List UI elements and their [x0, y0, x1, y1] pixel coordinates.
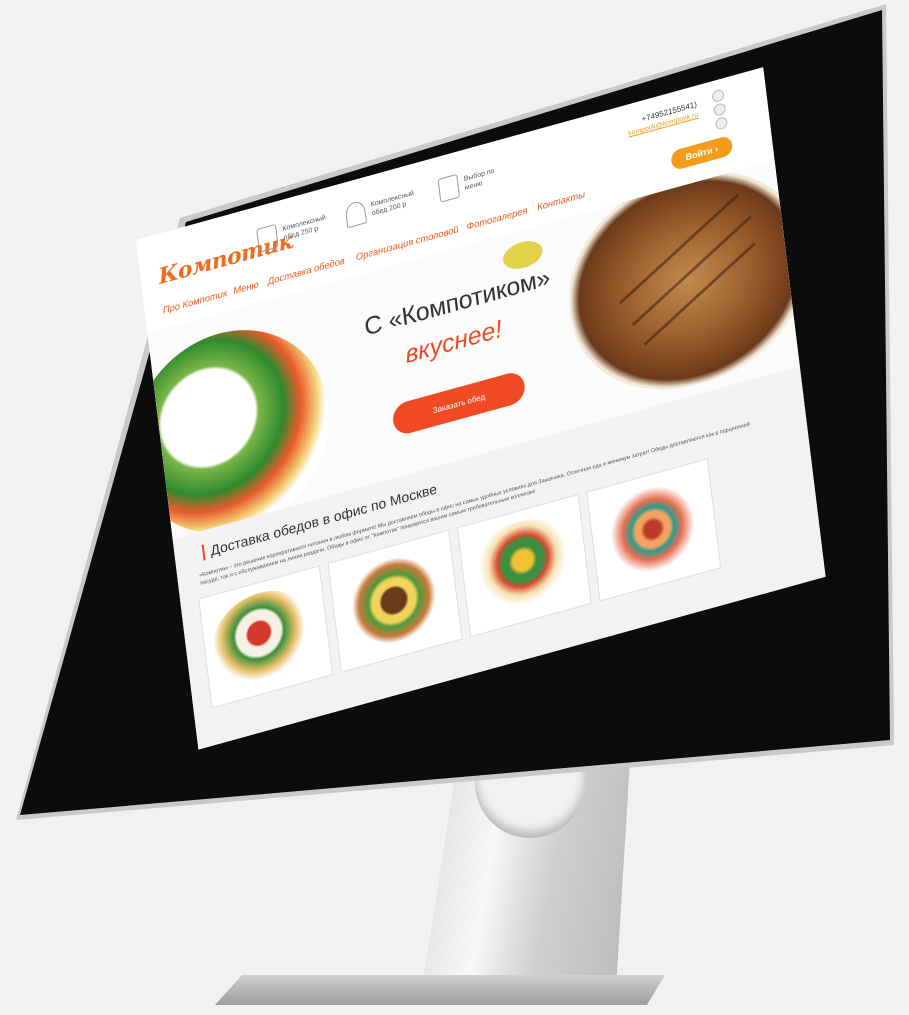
feature-menu-choice: Выбор по меню	[437, 160, 511, 203]
feature-lunch-200: Комплексный обед 200 р	[344, 185, 417, 229]
feature-text: Комплексный обед 250 р	[282, 214, 327, 242]
social-vk-icon[interactable]	[711, 88, 725, 104]
food-plate-image	[596, 472, 709, 587]
cloche-icon	[344, 199, 367, 229]
food-plate-image	[467, 507, 580, 623]
nav-item-menu[interactable]: Меню	[233, 279, 259, 297]
feature-text: Выбор по меню	[463, 167, 495, 192]
nav-item-about[interactable]: Про Компотик	[162, 288, 228, 317]
food-plate-image	[208, 578, 321, 694]
nav-item-gallery[interactable]: Фотогалерея	[466, 205, 528, 233]
social-fb-icon[interactable]	[713, 102, 727, 118]
feature-text: Комплексный обед 200 р	[370, 189, 415, 218]
order-lunch-button[interactable]: Заказать обед	[391, 369, 527, 438]
monitor: Компотик Комплексный обед 250 р Комплекс…	[0, 0, 899, 1015]
lunch-photo-card[interactable]	[456, 493, 592, 638]
food-plate-image	[337, 543, 451, 658]
nav-item-contacts[interactable]: Контакты	[537, 189, 586, 213]
lunch-photo-card[interactable]	[198, 565, 334, 709]
social-instagram-icon[interactable]	[714, 115, 729, 131]
lunch-photo-card[interactable]	[586, 458, 722, 602]
menu-card-icon	[437, 173, 461, 203]
lunch-photo-card[interactable]	[327, 529, 463, 673]
